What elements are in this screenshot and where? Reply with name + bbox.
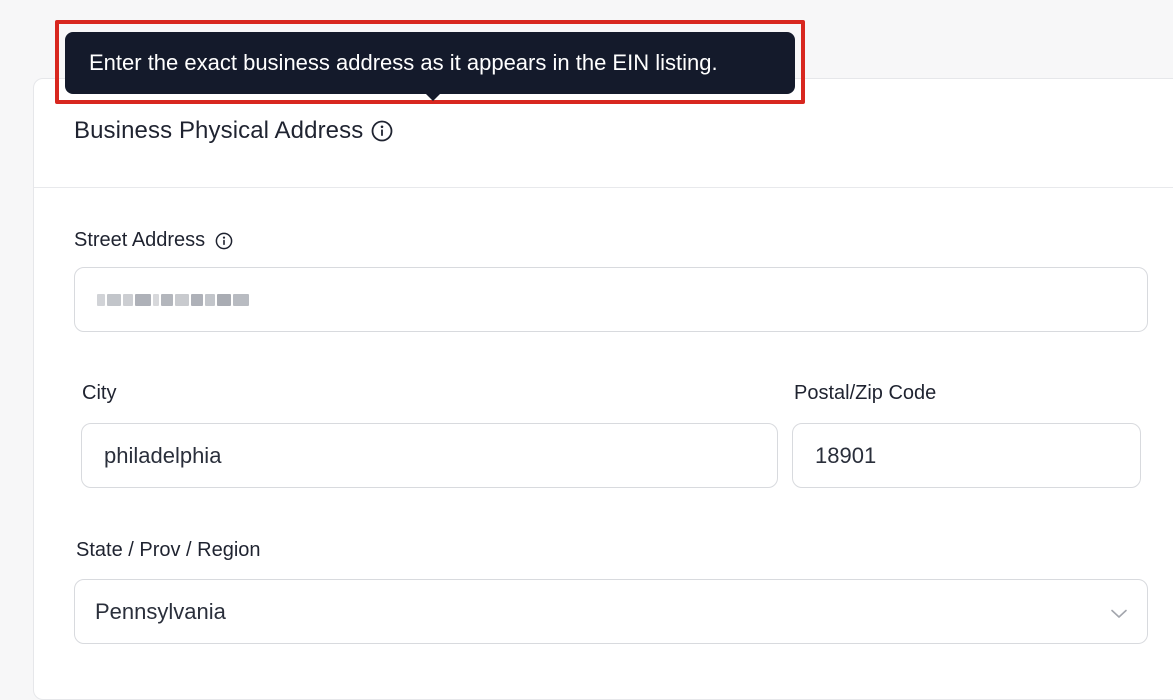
postal-code-input[interactable]: 18901 — [792, 423, 1141, 488]
state-label: State / Prov / Region — [76, 539, 261, 562]
section-title: Business Physical Address — [74, 117, 364, 144]
redacted-street-value — [97, 293, 249, 306]
business-address-card: Business Physical Address Street Address — [33, 78, 1173, 700]
postal-code-label-text: Postal/Zip Code — [794, 382, 937, 404]
tooltip-arrow — [425, 93, 441, 101]
street-address-label: Street Address — [74, 229, 233, 252]
card-header: Business Physical Address — [74, 117, 393, 145]
postal-code-value: 18901 — [815, 442, 877, 468]
info-circle-icon[interactable] — [371, 120, 393, 142]
address-tooltip: Enter the exact business address as it a… — [65, 32, 795, 94]
street-address-input[interactable] — [74, 267, 1148, 332]
header-divider — [34, 187, 1173, 188]
tooltip-text: Enter the exact business address as it a… — [89, 50, 718, 75]
city-label: City — [82, 382, 116, 405]
city-label-text: City — [82, 382, 117, 404]
state-select[interactable]: Pennsylvania — [74, 579, 1148, 644]
chevron-down-icon — [1111, 599, 1127, 625]
state-value: Pennsylvania — [95, 598, 226, 624]
postal-code-label: Postal/Zip Code — [794, 382, 936, 405]
info-circle-icon[interactable] — [215, 232, 233, 250]
state-label-text: State / Prov / Region — [76, 539, 261, 561]
city-input[interactable]: philadelphia — [81, 423, 778, 488]
city-value: philadelphia — [104, 442, 222, 468]
street-address-label-text: Street Address — [74, 229, 206, 251]
tooltip-highlight-box: Enter the exact business address as it a… — [55, 20, 805, 104]
